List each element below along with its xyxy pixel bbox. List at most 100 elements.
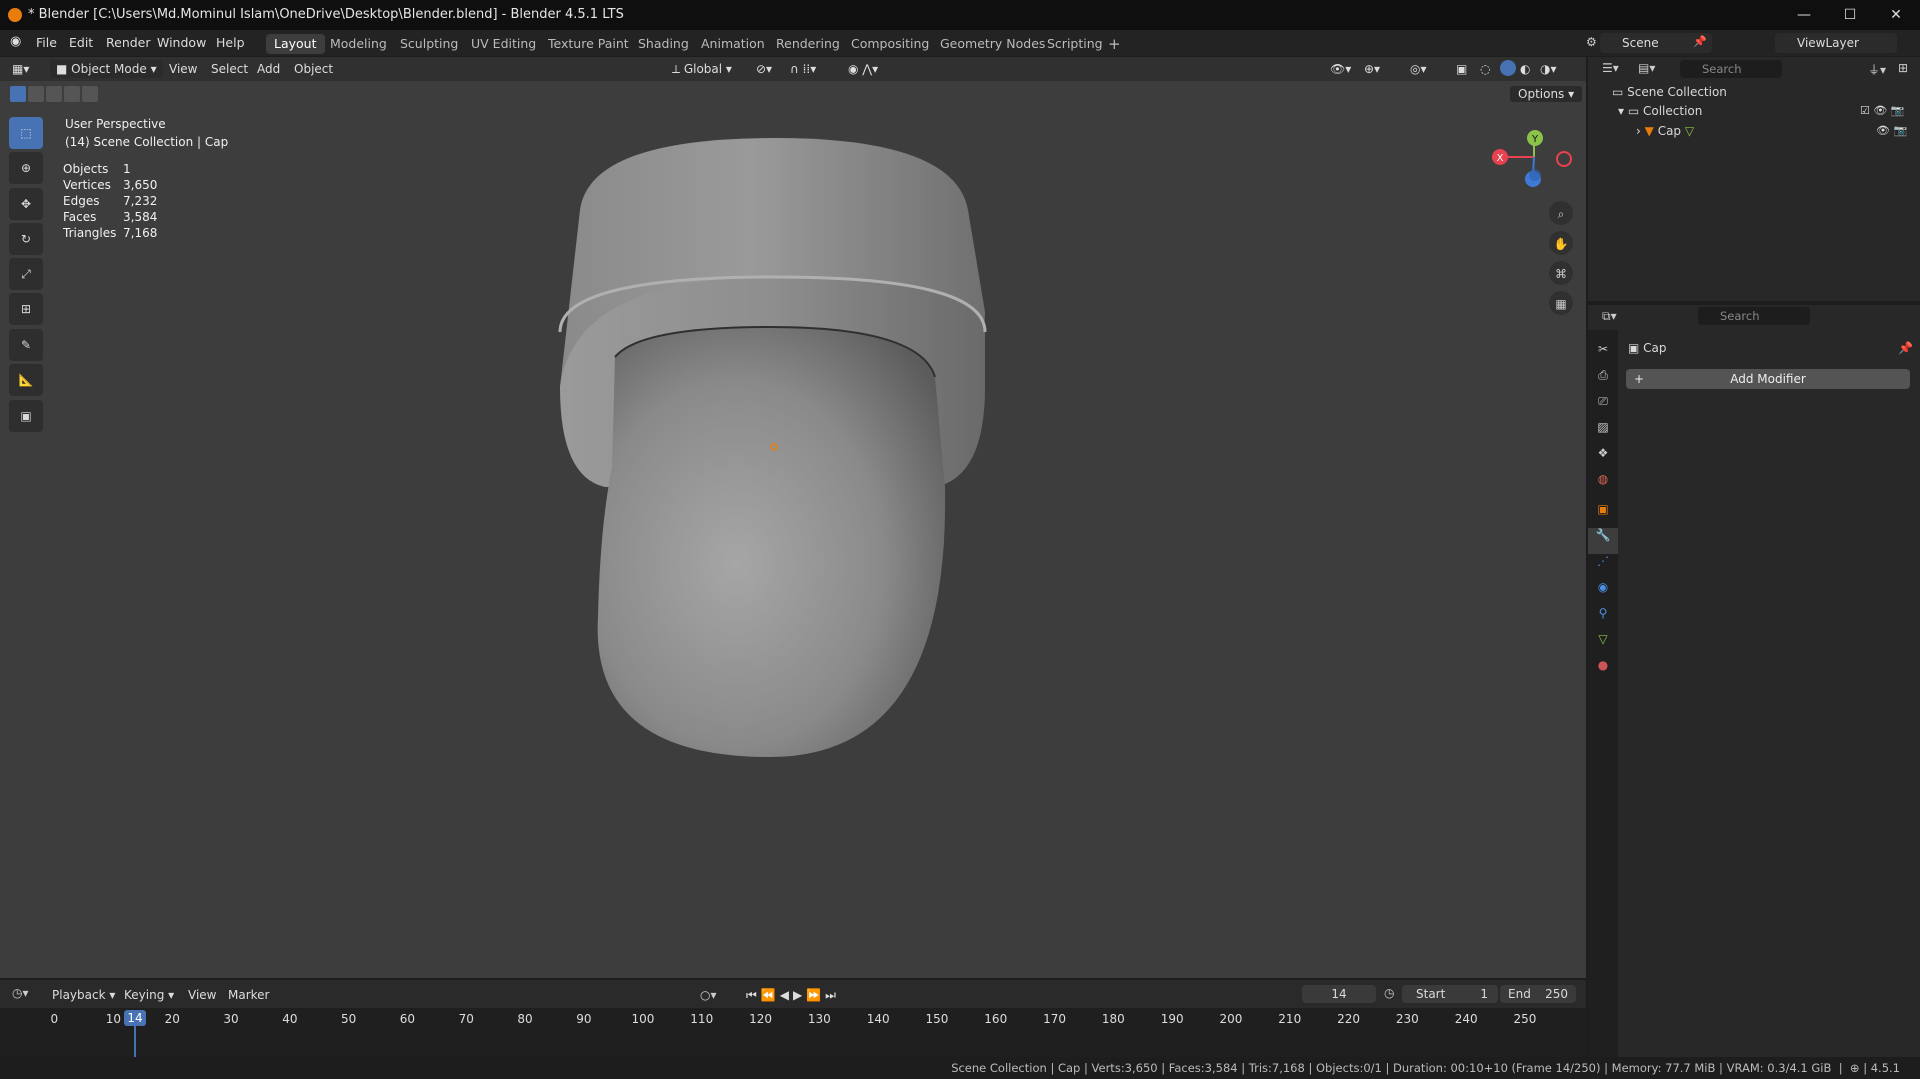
options-button[interactable]: Options ▾: [1510, 86, 1583, 102]
filter-icon[interactable]: ⏚▾: [1868, 61, 1886, 78]
close-button[interactable]: ✕: [1873, 0, 1919, 30]
render-tab-icon[interactable]: ⎙: [1588, 368, 1618, 394]
view-layer-selector[interactable]: ViewLayer: [1775, 33, 1897, 53]
object-visibility-icons[interactable]: 👁 📷: [1876, 124, 1907, 137]
modifier-tab-icon[interactable]: 🔧: [1588, 528, 1618, 554]
outliner-search-input[interactable]: Search: [1680, 60, 1782, 78]
outliner-scene-collection[interactable]: ▭ Scene Collection: [1612, 85, 1727, 99]
navigation-gizmo[interactable]: Y X: [1492, 130, 1572, 187]
output-tab-icon[interactable]: ⎚: [1588, 394, 1618, 420]
constraints-tab-icon[interactable]: ⚲: [1588, 606, 1618, 632]
viewport-menu-add[interactable]: Add: [257, 60, 280, 78]
pin-icon[interactable]: 📌: [1693, 35, 1707, 48]
timeline-menu-playback[interactable]: Playback ▾: [52, 986, 115, 1004]
tab-compositing[interactable]: Compositing: [843, 34, 937, 54]
outliner-editor-type-icon[interactable]: ☰▾: [1602, 61, 1619, 75]
3d-viewport[interactable]: Y X ⌕ ✋ ⌘ ▦: [0, 57, 1586, 978]
wireframe-shading-icon[interactable]: ◌: [1480, 60, 1490, 78]
viewport-menu-select[interactable]: Select: [211, 60, 248, 78]
select-extend-icon[interactable]: [28, 86, 44, 102]
outliner-object-cap[interactable]: › ▼ Cap ▽: [1636, 124, 1694, 138]
tab-uv-editing[interactable]: UV Editing: [463, 34, 544, 54]
viewport-menu-object[interactable]: Object: [294, 60, 333, 78]
tab-layout[interactable]: Layout: [266, 34, 325, 54]
menu-file[interactable]: File: [36, 35, 57, 50]
auto-keying-icon[interactable]: ○▾: [700, 986, 717, 1004]
tab-geometry-nodes[interactable]: Geometry Nodes: [932, 34, 1053, 54]
select-new-icon[interactable]: [10, 86, 26, 102]
measure-icon[interactable]: 📐: [9, 364, 43, 396]
scale-icon[interactable]: ⤢: [9, 258, 43, 290]
gizmo-toggle-icon[interactable]: ⊕▾: [1364, 60, 1380, 78]
particles-tab-icon[interactable]: ⋰: [1588, 554, 1618, 580]
cap-mesh[interactable]: [558, 138, 987, 757]
timeline-editor-type-icon[interactable]: ◷▾: [12, 986, 29, 1000]
display-mode-icon[interactable]: ▤▾: [1638, 61, 1655, 75]
select-invert-icon[interactable]: [64, 86, 80, 102]
transform-icon[interactable]: ⊞: [9, 293, 43, 325]
rendered-shading-icon[interactable]: ◑▾: [1540, 60, 1557, 78]
preview-range-icon[interactable]: ◷: [1384, 986, 1394, 1000]
solid-shading-icon[interactable]: [1500, 60, 1516, 76]
tab-modeling[interactable]: Modeling: [322, 34, 395, 54]
snap-icon[interactable]: ∩ ⁞⁞▾: [790, 60, 816, 78]
select-intersect-icon[interactable]: [82, 86, 98, 102]
current-frame-field[interactable]: 14: [1302, 985, 1376, 1003]
menu-render[interactable]: Render: [106, 35, 151, 50]
viewport-canvas[interactable]: Y X ⌕ ✋ ⌘ ▦: [0, 57, 1586, 978]
proportional-edit-icon[interactable]: ◉ ⋀▾: [848, 60, 878, 78]
collection-visibility-icons[interactable]: ☑ 👁 📷: [1860, 104, 1905, 117]
end-frame-field[interactable]: End 250: [1500, 985, 1576, 1003]
add-cube-icon[interactable]: ▣: [9, 400, 43, 432]
blender-menu-icon[interactable]: ◉: [10, 34, 26, 50]
viewport-menu-view[interactable]: View: [169, 60, 197, 78]
rotate-icon[interactable]: ↻: [9, 223, 43, 255]
pivot-icon[interactable]: ⊘▾: [756, 60, 772, 78]
scene-icon[interactable]: ⚙: [1586, 35, 1597, 49]
world-tab-icon[interactable]: ◍: [1588, 472, 1618, 502]
playhead-frame-label[interactable]: 14: [124, 1010, 146, 1026]
properties-search-input[interactable]: Search: [1698, 307, 1810, 325]
material-shading-icon[interactable]: ◐: [1520, 60, 1530, 78]
maximize-button[interactable]: ☐: [1827, 0, 1873, 30]
timeline-menu-keying[interactable]: Keying ▾: [124, 986, 174, 1004]
overlay-toggle-icon[interactable]: ◎▾: [1410, 60, 1427, 78]
tab-sculpting[interactable]: Sculpting: [392, 34, 466, 54]
object-tab-icon[interactable]: ▣: [1588, 502, 1618, 528]
playhead-line[interactable]: [134, 1026, 136, 1057]
tool-tab-icon[interactable]: ✂: [1588, 342, 1618, 368]
tab-rendering[interactable]: Rendering: [768, 34, 848, 54]
data-tab-icon[interactable]: ▽: [1588, 632, 1618, 658]
add-modifier-button[interactable]: + Add Modifier: [1626, 369, 1910, 389]
tab-scripting[interactable]: Scripting: [1039, 34, 1111, 54]
properties-pin-icon[interactable]: 📌: [1898, 341, 1913, 355]
menu-window[interactable]: Window: [157, 35, 206, 50]
select-subtract-icon[interactable]: [46, 86, 62, 102]
scene-tab-icon[interactable]: ❖: [1588, 446, 1618, 472]
menu-help[interactable]: Help: [216, 35, 245, 50]
xray-toggle-icon[interactable]: ▣: [1456, 60, 1467, 78]
tab-texture-paint[interactable]: Texture Paint: [540, 34, 637, 54]
select-box-icon[interactable]: ⬚: [9, 117, 43, 149]
transform-orientation[interactable]: ⟂ Global ▾: [672, 60, 732, 78]
outliner-collection[interactable]: ▾ ▭ Collection: [1618, 104, 1702, 118]
physics-tab-icon[interactable]: ◉: [1588, 580, 1618, 606]
visibility-icon[interactable]: 👁▾: [1330, 60, 1351, 78]
menu-edit[interactable]: Edit: [69, 35, 93, 50]
start-frame-field[interactable]: Start 1: [1402, 985, 1498, 1003]
playback-controls[interactable]: ⏮⏪◀▶⏩⏭: [746, 986, 840, 1004]
tab-animation[interactable]: Animation: [693, 34, 773, 54]
timeline-menu-view[interactable]: View: [188, 986, 216, 1004]
tab-shading[interactable]: Shading: [630, 34, 697, 54]
timeline-menu-marker[interactable]: Marker: [228, 986, 269, 1004]
add-workspace-icon[interactable]: +: [1108, 35, 1121, 53]
move-icon[interactable]: ✥: [9, 188, 43, 220]
minimize-button[interactable]: —: [1781, 0, 1827, 30]
editor-type-icon[interactable]: ▦▾: [12, 60, 29, 78]
properties-editor-type-icon[interactable]: ⧉▾: [1602, 309, 1617, 324]
view-layer-tab-icon[interactable]: ▨: [1588, 420, 1618, 446]
cursor-icon[interactable]: ⊕: [9, 152, 43, 184]
material-tab-icon[interactable]: ●: [1588, 658, 1618, 684]
new-collection-icon[interactable]: ⊞: [1898, 61, 1908, 75]
mode-selector[interactable]: ■ Object Mode ▾: [50, 60, 163, 78]
